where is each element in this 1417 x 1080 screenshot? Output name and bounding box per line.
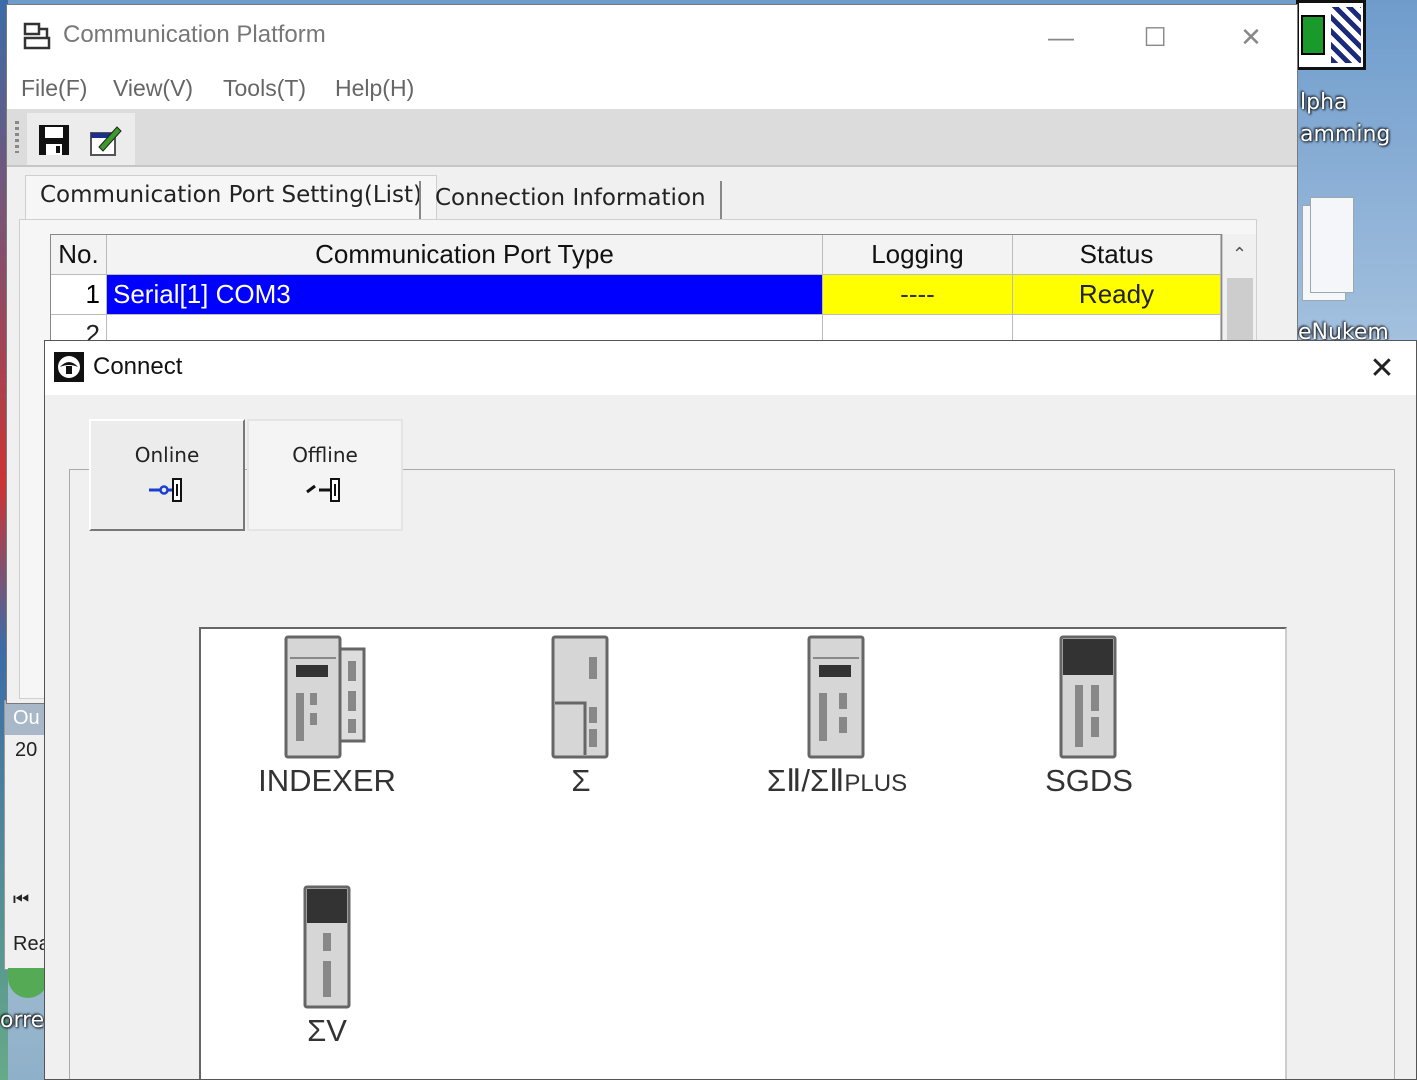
- online-label: Online: [134, 443, 200, 467]
- save-icon[interactable]: [37, 123, 71, 157]
- tab-connection-information[interactable]: Connection Information: [419, 181, 722, 219]
- menu-view[interactable]: View(V): [113, 75, 193, 102]
- column-header-logging[interactable]: Logging: [823, 235, 1013, 275]
- column-header-no[interactable]: No.: [51, 235, 107, 275]
- dialog-title: Connect: [93, 353, 183, 380]
- device-sigma2[interactable]: ΣⅡ/ΣⅡPLUS: [727, 635, 947, 799]
- table-row[interactable]: 1 Serial[1] COM3 ---- Ready: [51, 275, 1221, 315]
- offline-button[interactable]: Offline: [247, 419, 403, 531]
- column-header-port-type[interactable]: Communication Port Type: [107, 235, 823, 275]
- online-button[interactable]: Online: [89, 419, 245, 531]
- port-type-cell[interactable]: Serial[1] COM3: [107, 275, 823, 315]
- dialog-title-bar[interactable]: Connect ✕: [45, 341, 1416, 395]
- folder-icon[interactable]: [1300, 195, 1360, 305]
- toolbar: [7, 109, 1297, 167]
- device-sigma[interactable]: Σ: [471, 635, 691, 799]
- scroll-up-icon[interactable]: ⌃: [1223, 234, 1256, 274]
- minimize-button[interactable]: —: [1031, 15, 1091, 59]
- desktop-app-icon[interactable]: [8, 968, 48, 998]
- edit-icon[interactable]: [89, 123, 123, 157]
- menu-tools[interactable]: Tools(T): [223, 75, 306, 102]
- device-sigma5[interactable]: ΣV: [217, 885, 437, 1049]
- device-label: ΣⅡ/ΣⅡPLUS: [766, 763, 908, 798]
- port-grid: No. Communication Port Type Logging Stat…: [50, 234, 1222, 356]
- offline-plug-icon: [306, 478, 340, 502]
- sigma5-drive-icon: [303, 885, 351, 1009]
- first-page-icon[interactable]: ⏮: [13, 889, 29, 910]
- menu-bar: File(F) View(V) Tools(T) Help(H): [7, 67, 1297, 109]
- desktop-icon-label[interactable]: amming: [1300, 122, 1390, 147]
- logging-cell[interactable]: ----: [823, 275, 1013, 315]
- sgds-drive-icon: [1059, 635, 1117, 759]
- menu-file[interactable]: File(F): [21, 75, 87, 102]
- indexer-drive-icon: [284, 635, 366, 759]
- dialog-close-button[interactable]: ✕: [1362, 351, 1402, 385]
- tab-strip: Communication Port Setting(List) Connect…: [17, 175, 1287, 221]
- sigma-drive-icon: [551, 635, 609, 759]
- desktop-app-icon[interactable]: [1296, 0, 1366, 70]
- connect-dialog[interactable]: Connect ✕ Online Offline INDEXER Σ ΣⅡ/ΣⅡ…: [44, 340, 1417, 1080]
- maximize-button[interactable]: ☐: [1125, 15, 1185, 59]
- device-indexer[interactable]: INDEXER: [217, 635, 437, 799]
- sigma2-drive-icon: [807, 635, 865, 759]
- menu-help[interactable]: Help(H): [335, 75, 414, 102]
- device-label: SGDS: [1045, 763, 1133, 798]
- connect-app-icon: [54, 352, 84, 382]
- row-number: 1: [51, 275, 107, 315]
- title-bar[interactable]: Communication Platform — ☐ ✕: [7, 5, 1297, 67]
- offline-label: Offline: [292, 443, 358, 467]
- desktop-icon-label[interactable]: orre: [0, 1008, 44, 1033]
- device-list: INDEXER Σ ΣⅡ/ΣⅡPLUS SGDS ΣV: [199, 627, 1287, 1079]
- app-icon: [23, 22, 51, 50]
- device-label: Σ: [571, 763, 591, 798]
- column-header-status[interactable]: Status: [1013, 235, 1221, 275]
- window-title: Communication Platform: [63, 21, 326, 48]
- device-sgds[interactable]: SGDS: [979, 635, 1199, 799]
- tab-port-setting-list[interactable]: Communication Port Setting(List): [25, 175, 438, 221]
- grid-header: No. Communication Port Type Logging Stat…: [51, 235, 1221, 275]
- toolbar-grip[interactable]: [15, 121, 19, 153]
- status-cell: Ready: [1013, 275, 1221, 315]
- desktop-icon-label[interactable]: lpha: [1300, 90, 1348, 115]
- device-label: ΣV: [307, 1013, 347, 1048]
- close-button[interactable]: ✕: [1221, 15, 1281, 59]
- device-label: INDEXER: [258, 763, 396, 798]
- online-plug-icon: [149, 478, 182, 502]
